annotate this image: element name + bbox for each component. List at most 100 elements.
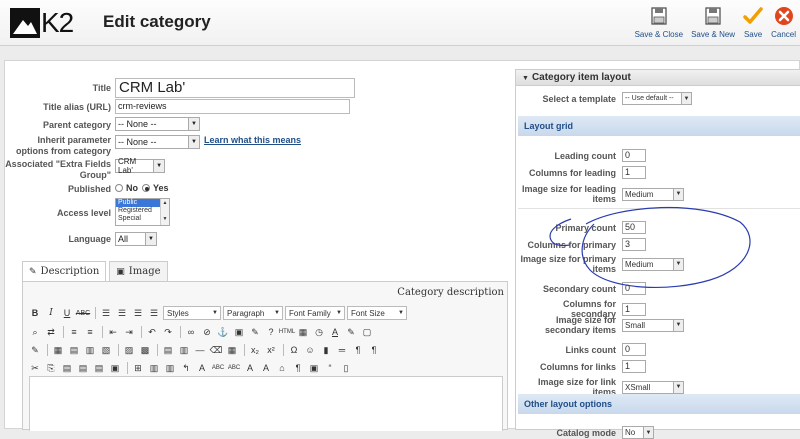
merge-cell-icon[interactable]: ▩ — [138, 343, 152, 357]
attributes-icon[interactable]: ⌂ — [275, 361, 289, 375]
ltr-icon[interactable]: ¶ — [351, 343, 365, 357]
table-icon[interactable]: ▦ — [51, 343, 65, 357]
links-count-input[interactable]: 0 — [622, 343, 646, 356]
layout-panel-header[interactable]: ▼ Category item layout — [516, 70, 800, 86]
unlink-icon[interactable]: ⊘ — [200, 325, 214, 339]
subscript-icon[interactable]: x₂ — [248, 343, 262, 357]
columns-secondary-input[interactable]: 1 — [622, 302, 646, 316]
find-icon[interactable]: ⌕ — [28, 325, 42, 339]
blockquote-icon[interactable]: “ — [323, 361, 337, 375]
text-color-icon[interactable]: A — [328, 325, 342, 339]
image-insert-icon[interactable]: ▣ — [232, 325, 246, 339]
font-size-dropdown[interactable]: Font Size ▼ — [347, 306, 407, 320]
align-center-button[interactable]: ☰ — [115, 306, 129, 320]
table-cell-icon[interactable]: ▧ — [99, 343, 113, 357]
acronym-icon[interactable]: ABC — [227, 361, 241, 375]
hr-icon[interactable]: ═ — [335, 343, 349, 357]
cut-icon[interactable]: ✂ — [28, 361, 42, 375]
save-close-button[interactable]: Save & Close — [635, 6, 683, 42]
replace-icon[interactable]: ⇄ — [44, 325, 58, 339]
help-icon[interactable]: ? — [264, 325, 278, 339]
bullet-list-icon[interactable]: ≡ — [67, 325, 81, 339]
learn-more-link[interactable]: Learn what this means — [204, 135, 301, 145]
fullscreen-icon[interactable]: ▢ — [360, 325, 374, 339]
style-props-icon[interactable]: A — [195, 361, 209, 375]
parent-select[interactable]: -- None -- ▼ — [115, 117, 200, 131]
secondary-count-input[interactable]: 0 — [622, 282, 646, 295]
move-backward-icon[interactable]: ▥ — [163, 361, 177, 375]
align-right-button[interactable]: ☰ — [131, 306, 145, 320]
pagebreak-icon[interactable]: ▯ — [339, 361, 353, 375]
col-props-icon[interactable]: ▥ — [177, 343, 191, 357]
primary-count-input[interactable]: 50 — [622, 221, 646, 234]
cite-icon[interactable]: ABC — [211, 361, 225, 375]
bold-button[interactable]: B — [28, 306, 42, 320]
image-primary-select[interactable]: Medium ▼ — [622, 257, 684, 271]
editor-content-area[interactable] — [29, 376, 503, 431]
cancel-button[interactable]: Cancel — [771, 6, 796, 42]
published-no-radio[interactable] — [115, 184, 123, 192]
inherit-select[interactable]: -- None -- ▼ — [115, 135, 200, 149]
save-button[interactable]: Save — [743, 6, 763, 42]
save-new-button[interactable]: Save & New — [691, 6, 735, 42]
strikethrough-button[interactable]: ABC — [76, 306, 90, 320]
columns-primary-input[interactable]: 3 — [622, 238, 646, 251]
image-links-select[interactable]: XSmall ▼ — [622, 380, 684, 394]
image-leading-select[interactable]: Medium ▼ — [622, 187, 684, 201]
edit-icon[interactable]: ✎ — [28, 343, 42, 357]
extra-fields-select[interactable]: CRM Lab' ▼ — [115, 157, 165, 175]
emoticon-icon[interactable]: ☺ — [303, 343, 317, 357]
listbox-scrollbar[interactable]: ▲ ▼ — [160, 199, 169, 225]
image-secondary-select[interactable]: Small ▼ — [622, 318, 684, 332]
select-all-icon[interactable]: ▣ — [108, 361, 122, 375]
show-blocks-icon[interactable]: ¶ — [291, 361, 305, 375]
table-col-icon[interactable]: ▥ — [83, 343, 97, 357]
underline-button[interactable]: U — [60, 306, 74, 320]
undo-icon[interactable]: ↶ — [145, 325, 159, 339]
columns-leading-input[interactable]: 1 — [622, 166, 646, 179]
time-icon[interactable]: ◷ — [312, 325, 326, 339]
access-listbox[interactable]: Public Registered Special ▲ ▼ — [115, 198, 170, 226]
superscript-icon[interactable]: x² — [264, 343, 278, 357]
special-char-icon[interactable]: Ω — [287, 343, 301, 357]
bg-color-icon[interactable]: ✎ — [344, 325, 358, 339]
font-family-dropdown[interactable]: Font Family ▼ — [285, 306, 345, 320]
template-icon[interactable]: ▣ — [307, 361, 321, 375]
split-cell-icon[interactable]: ▨ — [122, 343, 136, 357]
align-left-button[interactable]: ☰ — [99, 306, 113, 320]
anchor-icon[interactable]: ⚓ — [216, 325, 230, 339]
template-select[interactable]: -- Use default -- ▼ — [622, 92, 692, 105]
del-icon[interactable]: A — [243, 361, 257, 375]
indent-icon[interactable]: ⇥ — [122, 325, 136, 339]
cleanup-icon[interactable]: ✎ — [248, 325, 262, 339]
numbered-list-icon[interactable]: ≡ — [83, 325, 97, 339]
title-input[interactable]: CRM Lab' — [115, 78, 355, 98]
outdent-icon[interactable]: ⇤ — [106, 325, 120, 339]
date-icon[interactable]: ▦ — [296, 325, 310, 339]
media-icon[interactable]: ▮ — [319, 343, 333, 357]
paste-word-icon[interactable]: ▤ — [92, 361, 106, 375]
row-props-icon[interactable]: ▤ — [161, 343, 175, 357]
language-select[interactable]: All ▼ — [115, 232, 157, 246]
remove-format-icon[interactable]: ⌫ — [209, 343, 223, 357]
tab-description[interactable]: ✎ Description — [22, 261, 107, 281]
rtl-icon[interactable]: ¶ — [367, 343, 381, 357]
horizontal-rule-icon[interactable]: — — [193, 343, 207, 357]
copy-icon[interactable]: ⎘ — [44, 361, 58, 375]
leading-count-input[interactable]: 0 — [622, 149, 646, 162]
html-icon[interactable]: HTML — [279, 325, 295, 339]
paragraph-dropdown[interactable]: Paragraph ▼ — [223, 306, 283, 320]
alias-input[interactable]: crm-reviews — [115, 99, 350, 114]
italic-button[interactable]: I — [44, 306, 58, 320]
absolute-icon[interactable]: ↰ — [179, 361, 193, 375]
paste-icon[interactable]: ▤ — [60, 361, 74, 375]
link-icon[interactable]: ∞ — [184, 325, 198, 339]
layer-icon[interactable]: ⊞ — [131, 361, 145, 375]
ins-icon[interactable]: A — [259, 361, 273, 375]
redo-icon[interactable]: ↷ — [161, 325, 175, 339]
tab-image[interactable]: ▣ Image — [109, 261, 168, 281]
table-row-icon[interactable]: ▤ — [67, 343, 81, 357]
styles-dropdown[interactable]: Styles ▼ — [163, 306, 221, 320]
paste-text-icon[interactable]: ▤ — [76, 361, 90, 375]
columns-links-input[interactable]: 1 — [622, 360, 646, 373]
